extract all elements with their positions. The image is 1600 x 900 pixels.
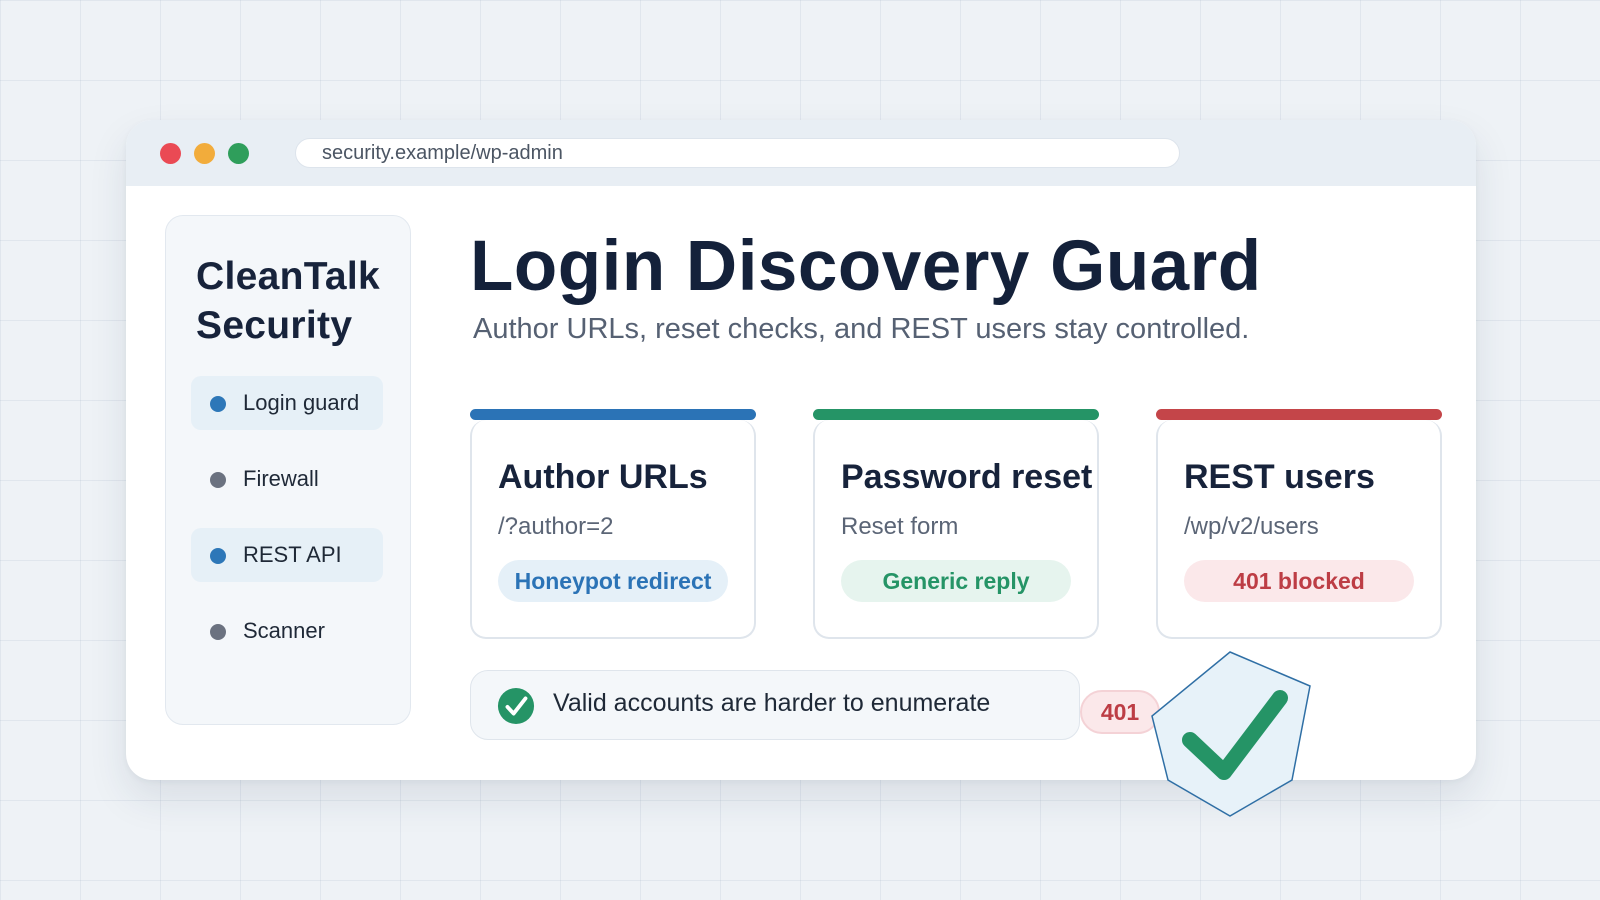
card-subtitle: /?author=2	[498, 513, 614, 540]
maximize-window-button[interactable]	[228, 143, 249, 164]
card-rest-users: REST users /wp/v2/users 401 blocked	[1156, 409, 1442, 639]
card-accent-bar	[1156, 409, 1442, 420]
brand-title: CleanTalk Security	[196, 252, 380, 350]
status-text: Valid accounts are harder to enumerate	[553, 689, 991, 717]
card-title: REST users	[1184, 458, 1375, 496]
status-badge: Generic reply	[841, 560, 1071, 602]
sidebar-item-scanner[interactable]: Scanner	[191, 604, 383, 658]
status-dot-icon	[210, 548, 226, 564]
minimize-window-button[interactable]	[194, 143, 215, 164]
sidebar-item-login-guard[interactable]: Login guard	[191, 376, 383, 430]
status-dot-icon	[210, 472, 226, 488]
check-circle-icon	[497, 687, 535, 725]
card-subtitle: /wp/v2/users	[1184, 513, 1319, 540]
brand-line-2: Security	[196, 304, 353, 347]
sidebar-item-label: Login guard	[243, 390, 360, 415]
sidebar-item-firewall[interactable]: Firewall	[191, 452, 383, 506]
shield-check-icon	[1151, 651, 1311, 817]
status-badge: 401 blocked	[1184, 560, 1414, 602]
status-dot-icon	[210, 624, 226, 640]
card-subtitle: Reset form	[841, 513, 959, 540]
address-bar[interactable]: security.example/wp-admin	[295, 138, 1180, 168]
sidebar-item-label: Firewall	[243, 466, 319, 491]
card-title: Author URLs	[498, 458, 708, 496]
sidebar-item-rest-api[interactable]: REST API	[191, 528, 383, 582]
card-accent-bar	[470, 409, 756, 420]
card-title: Password reset	[841, 458, 1093, 496]
status-message: Valid accounts are harder to enumerate	[470, 670, 1080, 740]
close-window-button[interactable]	[160, 143, 181, 164]
title-bar: security.example/wp-admin	[126, 120, 1476, 186]
page-title: Login Discovery Guard	[470, 227, 1262, 306]
page-subtitle: Author URLs, reset checks, and REST user…	[473, 313, 1250, 345]
status-badge: Honeypot redirect	[498, 560, 728, 602]
sidebar-item-label: REST API	[243, 542, 342, 567]
status-dot-icon	[210, 396, 226, 412]
brand-line-1: CleanTalk	[196, 255, 381, 298]
sidebar: CleanTalk Security Login guard Firewall …	[165, 215, 411, 725]
sidebar-item-label: Scanner	[243, 618, 325, 643]
card-author-urls: Author URLs /?author=2 Honeypot redirect	[470, 409, 756, 639]
card-accent-bar	[813, 409, 1099, 420]
card-password-reset: Password reset Reset form Generic reply	[813, 409, 1099, 639]
